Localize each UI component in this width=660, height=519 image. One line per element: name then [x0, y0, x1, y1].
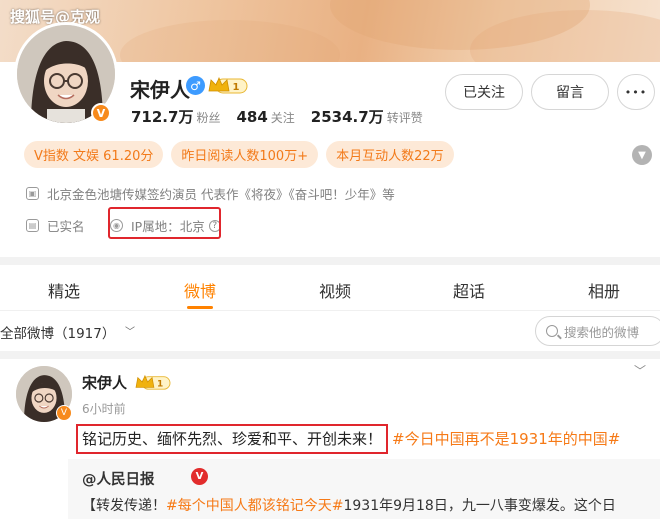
monthly-interaction-tag[interactable]: 本月互动人数22万 [326, 141, 454, 168]
repost-author[interactable]: @人民日报 [82, 468, 155, 489]
reposted-content[interactable]: @人民日报 V 【转发传递！#每个中国人都该铭记今天#1931年9月18日，九一… [68, 459, 660, 519]
profile-stats: 712.7万 粉丝 484 关注 2534.7万 转评赞 [131, 106, 423, 127]
divider [0, 257, 660, 265]
stat-interactions: 2534.7万 转评赞 [310, 108, 423, 126]
post-timestamp[interactable]: 6小时前 [82, 400, 126, 417]
divider [0, 351, 660, 359]
stat-fans[interactable]: 712.7万 粉丝 [131, 106, 220, 127]
followed-button[interactable]: 已关注 [445, 74, 523, 110]
id-card-icon: ▤ [26, 219, 39, 232]
profile-name: 宋伊人 [130, 78, 190, 102]
tab-video[interactable]: 视频 [319, 278, 351, 302]
red-verified-icon: V [191, 468, 208, 485]
realname-info: ▤ 已实名 [26, 216, 85, 235]
profile-tags: V指数 文娱 61.20分 昨日阅读人数100万+ 本月互动人数22万 [24, 141, 454, 168]
chevron-down-icon[interactable]: ▼ [632, 145, 652, 165]
hashtag-link[interactable]: #每个中国人都该铭记今天# [166, 498, 343, 514]
member-level: 1 [233, 82, 240, 93]
ip-highlight-box [108, 207, 221, 239]
all-weibo-filter[interactable]: 全部微博（1917） [0, 322, 115, 342]
male-icon: ♂ [186, 76, 205, 95]
repost-text: 【转发传递！#每个中国人都该铭记今天#1931年9月18日，九一八事变爆发。这个… [82, 498, 616, 514]
tab-supertopic[interactable]: 超话 [453, 278, 485, 302]
daily-readers-tag[interactable]: 昨日阅读人数100万+ [171, 141, 319, 168]
search-input[interactable]: 搜索他的微博 [535, 316, 660, 346]
more-options-button[interactable]: ••• [617, 74, 655, 110]
company-icon: ▣ [26, 187, 39, 200]
message-button[interactable]: 留言 [531, 74, 609, 110]
more-icon: ••• [624, 85, 648, 99]
company-info: ▣ 北京金色池塘传媒签约演员 代表作《将夜》《奋斗吧！少年》等 [26, 184, 395, 203]
tab-featured[interactable]: 精选 [48, 278, 80, 302]
company-text: 北京金色池塘传媒签约演员 代表作《将夜》《奋斗吧！少年》等 [47, 187, 395, 202]
active-tab-indicator [187, 306, 213, 309]
tab-weibo[interactable]: 微博 [184, 278, 216, 302]
filter-bar: 全部微博（1917） ﹀ 搜索他的微博 [0, 310, 660, 351]
verified-badge-icon: V [91, 103, 111, 123]
realname-text: 已实名 [47, 219, 85, 234]
search-icon [546, 325, 558, 337]
tab-album[interactable]: 相册 [588, 278, 620, 302]
stat-following[interactable]: 484 关注 [236, 107, 294, 126]
profile-tabs: 精选 微博 视频 超话 相册 [0, 266, 660, 310]
hashtag-link[interactable]: #今日中国再不是1931年的中国# [392, 430, 620, 448]
chevron-down-icon[interactable]: ﹀ [125, 323, 135, 338]
v-index-tag[interactable]: V指数 文娱 61.20分 [24, 141, 164, 168]
post-author-name[interactable]: 宋伊人 [82, 372, 127, 393]
verified-badge-icon: V [56, 405, 72, 421]
post-body: 铭记历史、缅怀先烈、珍爱和平、开创未来！ #今日中国再不是1931年的中国# [76, 424, 620, 454]
highlighted-post-text: 铭记历史、缅怀先烈、珍爱和平、开创未来！ [76, 424, 389, 454]
member-crown-icon[interactable]: 1 [133, 374, 173, 391]
post-menu-chevron-icon[interactable]: ﹀ [634, 362, 646, 379]
banner-texture [120, 20, 340, 62]
search-placeholder: 搜索他的微博 [564, 324, 640, 340]
member-crown-icon[interactable]: 1 [208, 76, 248, 95]
member-level: 1 [157, 380, 163, 390]
